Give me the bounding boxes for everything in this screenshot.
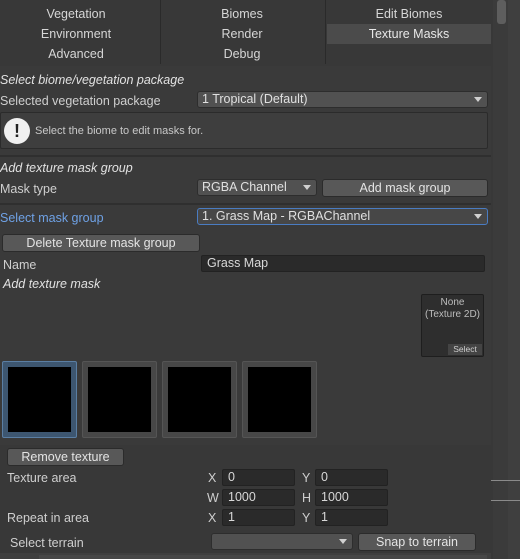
repeat-y-label: Y — [302, 511, 311, 525]
area-y-label: Y — [302, 471, 311, 485]
mask-type-value: RGBA Channel — [202, 180, 287, 194]
texture-picker-none: None — [440, 297, 465, 308]
delete-mask-group-button[interactable]: Delete Texture mask group — [2, 234, 200, 252]
chevron-down-icon — [474, 214, 482, 219]
thumbnail-image — [248, 367, 311, 432]
snap-to-terrain-button[interactable]: Snap to terrain — [358, 533, 476, 551]
help-text: Select the biome to edit masks for. — [35, 125, 204, 137]
thumbnail-image — [88, 367, 151, 432]
chevron-down-icon — [303, 185, 311, 190]
repeat-y-field[interactable]: 1 — [315, 509, 388, 526]
tab-edit-biomes[interactable]: Edit Biomes — [327, 4, 491, 24]
scrollbar-thumb[interactable] — [497, 0, 506, 24]
section-title-biome: Select biome/vegetation package — [0, 73, 185, 87]
tab-texture-masks[interactable]: Texture Masks — [327, 24, 491, 44]
package-label: Selected vegetation package — [0, 94, 161, 108]
texture-area-label: Texture area — [7, 471, 77, 485]
tab-environment[interactable]: Environment — [0, 24, 152, 44]
area-x-label: X — [208, 471, 217, 485]
edge-line — [491, 500, 520, 501]
vegetation-package-dropdown[interactable]: 1 Tropical (Default) — [197, 91, 488, 108]
area-w-field[interactable]: 1000 — [222, 489, 295, 506]
area-h-label: H — [302, 491, 312, 505]
vegetation-package-value: 1 Tropical (Default) — [202, 92, 308, 106]
select-terrain-label: Select terrain — [10, 536, 84, 550]
tab-divider — [325, 0, 326, 64]
mask-type-label: Mask type — [0, 182, 57, 196]
add-mask-group-button[interactable]: Add mask group — [322, 179, 488, 197]
help-box: ! Select the biome to edit masks for. — [0, 112, 488, 149]
thumbnail-image — [168, 367, 231, 432]
warning-icon: ! — [4, 118, 30, 144]
edge-line — [491, 480, 520, 481]
name-label: Name — [3, 258, 37, 272]
mask-thumbnail-2[interactable] — [82, 361, 157, 438]
name-field[interactable]: Grass Map — [201, 255, 485, 272]
area-w-label: W — [207, 491, 219, 505]
mask-thumbnail-3[interactable] — [162, 361, 237, 438]
terrain-dropdown[interactable] — [211, 533, 353, 550]
mask-group-value: 1. Grass Map - RGBAChannel — [202, 209, 371, 223]
section-title-mask-group: Add texture mask group — [0, 161, 133, 175]
texture-picker-type: (Texture 2D) — [424, 309, 480, 320]
remove-texture-button[interactable]: Remove texture — [7, 448, 124, 466]
repeat-x-label: X — [208, 511, 217, 525]
repeat-label: Repeat in area — [7, 511, 90, 525]
tab-grid: Vegetation Biomes Edit Biomes Environmen… — [0, 0, 491, 64]
area-y-field[interactable]: 0 — [315, 469, 388, 486]
tab-debug[interactable]: Debug — [163, 44, 321, 64]
section-divider — [0, 155, 491, 157]
area-x-field[interactable]: 0 — [222, 469, 295, 486]
scrollbar-track-outer — [508, 0, 520, 559]
mask-thumbnail-4[interactable] — [242, 361, 317, 438]
repeat-x-field[interactable]: 1 — [222, 509, 295, 526]
tab-divider — [160, 0, 161, 64]
tab-vegetation[interactable]: Vegetation — [0, 4, 152, 24]
mask-group-dropdown[interactable]: 1. Grass Map - RGBAChannel — [197, 208, 488, 225]
section-title-texture-mask: Add texture mask — [3, 277, 101, 291]
tab-advanced[interactable]: Advanced — [0, 44, 152, 64]
chevron-down-icon — [474, 97, 482, 102]
area-h-field[interactable]: 1000 — [315, 489, 388, 506]
texture-select-button[interactable]: Select — [448, 344, 482, 355]
bottom-strip-box — [39, 555, 487, 559]
tab-render[interactable]: Render — [163, 24, 321, 44]
chevron-down-icon — [339, 539, 347, 544]
tab-biomes[interactable]: Biomes — [163, 4, 321, 24]
bottom-strip — [0, 553, 491, 559]
thumbnail-image — [8, 367, 71, 432]
texture-object-field[interactable]: None (Texture 2D) Select — [421, 294, 484, 357]
section-divider — [0, 203, 491, 205]
select-mask-group-label: Select mask group — [0, 211, 104, 225]
mask-thumbnail-1[interactable] — [2, 361, 77, 438]
mask-type-dropdown[interactable]: RGBA Channel — [197, 179, 317, 196]
